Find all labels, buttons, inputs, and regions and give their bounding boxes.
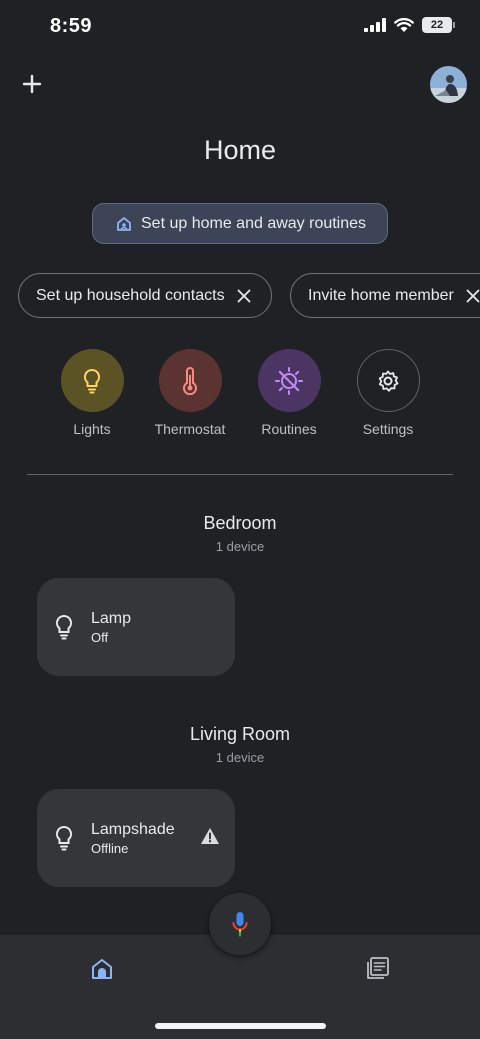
home-screen: 8:59 22 Home Set up home and away routin… bbox=[0, 0, 480, 1039]
close-icon bbox=[237, 289, 250, 302]
settings-button[interactable] bbox=[356, 349, 420, 412]
voice-assistant-button[interactable] bbox=[209, 893, 271, 955]
avatar[interactable] bbox=[430, 66, 467, 103]
close-icon bbox=[466, 289, 480, 302]
routines-label: Routines bbox=[261, 421, 317, 437]
favorite-lights[interactable]: Lights bbox=[47, 349, 137, 437]
page-title: Home bbox=[203, 135, 277, 165]
status-bar: 8:59 22 bbox=[0, 0, 480, 54]
household-contacts-chip[interactable]: Set up household contacts bbox=[18, 273, 272, 318]
dismiss-invite-chip-button[interactable] bbox=[466, 289, 480, 303]
room-device-count-living-room: 1 device bbox=[215, 750, 265, 765]
device-name: Lamp bbox=[91, 610, 132, 627]
thermostat-label: Thermostat bbox=[154, 421, 226, 437]
thermostat-button[interactable] bbox=[158, 349, 222, 412]
thermometer-icon bbox=[183, 366, 197, 395]
routines-button[interactable] bbox=[257, 349, 321, 412]
settings-label: Settings bbox=[362, 421, 414, 437]
invite-member-chip[interactable]: Invite home member bbox=[290, 273, 480, 318]
routine-icon bbox=[275, 366, 303, 395]
lightbulb-icon bbox=[55, 825, 73, 851]
wifi-icon bbox=[394, 17, 414, 32]
invite-member-label: Invite home member bbox=[308, 286, 454, 304]
favorite-routines[interactable]: Routines bbox=[244, 349, 334, 437]
device-card-lampshade[interactable]: Lampshade Offline bbox=[37, 789, 235, 887]
room-device-count-bedroom: 1 device bbox=[215, 539, 265, 554]
warning-icon bbox=[201, 828, 219, 844]
room-title-living-room[interactable]: Living Room bbox=[0, 724, 480, 745]
lightbulb-icon bbox=[55, 614, 73, 640]
cellular-signal-icon bbox=[364, 18, 386, 32]
home-indicator bbox=[155, 1023, 326, 1029]
dismiss-chip-button[interactable] bbox=[237, 289, 251, 303]
household-contacts-label: Set up household contacts bbox=[36, 286, 225, 304]
device-state: Off bbox=[91, 630, 109, 645]
setup-routines-label: Set up home and away routines bbox=[141, 214, 367, 232]
favorite-settings[interactable]: Settings bbox=[343, 349, 433, 437]
lightbulb-icon bbox=[83, 368, 101, 393]
status-icons: 22 bbox=[364, 17, 455, 33]
device-state: Offline bbox=[91, 841, 129, 856]
device-card-lamp[interactable]: Lamp Off bbox=[37, 578, 235, 676]
add-button[interactable] bbox=[18, 70, 46, 98]
home-tab-icon[interactable] bbox=[88, 955, 116, 983]
microphone-icon bbox=[232, 912, 248, 937]
favorite-thermostat[interactable]: Thermostat bbox=[145, 349, 235, 437]
home-away-icon bbox=[117, 216, 131, 231]
status-time: 8:59 bbox=[50, 15, 93, 37]
lights-label: Lights bbox=[73, 421, 111, 437]
lights-button[interactable] bbox=[60, 349, 124, 412]
room-title-bedroom[interactable]: Bedroom bbox=[0, 513, 480, 534]
device-name: Lampshade bbox=[91, 821, 175, 838]
section-divider bbox=[27, 474, 453, 475]
profile-photo-icon bbox=[430, 66, 467, 103]
feed-tab-icon[interactable] bbox=[365, 955, 391, 981]
battery-indicator: 22 bbox=[422, 17, 455, 33]
gear-icon bbox=[378, 370, 399, 392]
setup-routines-chip[interactable]: Set up home and away routines bbox=[92, 203, 388, 244]
